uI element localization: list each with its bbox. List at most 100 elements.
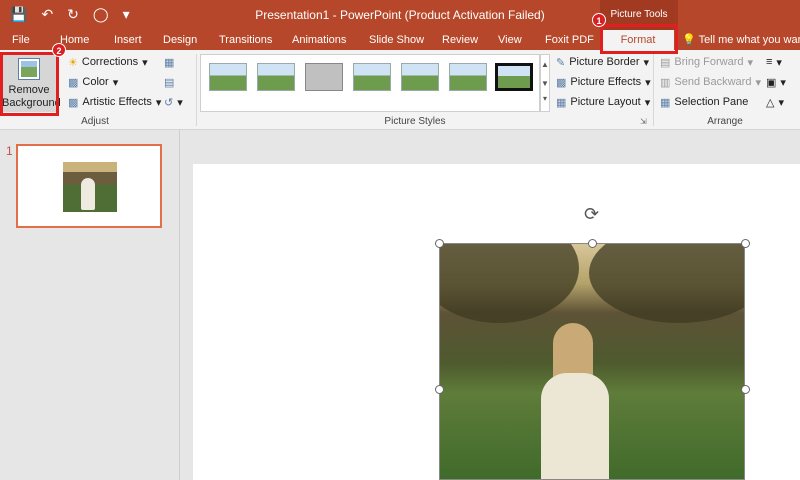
picture-border-label: Picture Border: [569, 56, 640, 68]
slide-thumbnails-pane: 1: [0, 130, 180, 480]
step-1-badge: 1: [592, 13, 606, 27]
change-picture-icon: ▤: [164, 76, 175, 89]
picture-styles-gallery: [200, 54, 540, 112]
window-title: Presentation1 - PowerPoint (Product Acti…: [255, 8, 545, 22]
tab-review[interactable]: Review: [442, 30, 478, 50]
send-backward-label: Send Backward: [674, 76, 752, 88]
dropdown-arrow-icon: ▾: [155, 96, 162, 109]
scroll-up-icon[interactable]: ▲: [541, 55, 549, 74]
color-label: Color: [82, 76, 109, 88]
picture-style-6[interactable]: [449, 63, 487, 91]
change-picture-button[interactable]: ▤: [164, 73, 174, 91]
tab-foxit-pdf[interactable]: Foxit PDF: [545, 30, 594, 50]
more-icon[interactable]: ▾: [541, 93, 549, 105]
selection-pane-button[interactable]: ▦ Selection Pane: [660, 93, 748, 111]
bring-forward-icon: ▤: [660, 56, 671, 69]
color-button[interactable]: ▩ Color ▾: [68, 73, 118, 91]
corrections-button[interactable]: ☀ Corrections ▾: [68, 53, 148, 71]
tab-file[interactable]: File: [12, 30, 30, 50]
dropdown-arrow-icon: ▾: [776, 56, 782, 69]
rotate-icon: △: [766, 96, 775, 109]
picture-layout-icon: ▦: [556, 96, 567, 109]
picture-layout-label: Picture Layout: [570, 96, 641, 108]
picture-style-4[interactable]: [353, 63, 391, 91]
arrange-group-label: Arrange: [707, 116, 743, 127]
resize-handle-top[interactable]: [588, 239, 597, 248]
send-backward-icon: ▥: [660, 76, 671, 89]
picture-layout-button[interactable]: ▦ Picture Layout ▾: [556, 93, 650, 111]
ribbon-tabs: File Home Insert Design Transitions Anim…: [0, 30, 800, 50]
dropdown-arrow-icon: ▾: [643, 56, 650, 69]
adjust-group-label: Adjust: [81, 116, 109, 127]
tab-transitions[interactable]: Transitions: [219, 30, 272, 50]
compress-pictures-button[interactable]: ▦: [164, 53, 174, 71]
slide-thumbnail-picture: [63, 162, 117, 212]
remove-background-highlight: [0, 52, 59, 116]
bring-forward-button[interactable]: ▤ Bring Forward ▾: [660, 53, 753, 71]
format-tab-highlight: [600, 24, 678, 54]
picture-style-7[interactable]: [495, 63, 533, 91]
align-button[interactable]: ≡ ▾: [766, 53, 782, 71]
selection-outline: [439, 243, 745, 480]
slide-number: 1: [6, 144, 13, 158]
dropdown-arrow-icon: ▾: [755, 76, 761, 89]
slide-thumbnail-1[interactable]: [16, 144, 162, 228]
ribbon-format: Remove Background ☀ Corrections ▾ ▩ Colo…: [0, 50, 800, 130]
tab-design[interactable]: Design: [163, 30, 197, 50]
picture-effects-icon: ▩: [556, 76, 567, 89]
format-picture-dialog-launcher[interactable]: ⇲: [640, 112, 647, 130]
reset-picture-icon: ↺: [164, 96, 174, 109]
picture-style-3[interactable]: [305, 63, 343, 91]
picture-effects-label: Picture Effects: [570, 76, 642, 88]
group-icon: ▣: [766, 76, 777, 89]
picture-border-button[interactable]: ✎ Picture Border ▾: [556, 53, 649, 71]
picture-style-2[interactable]: [257, 63, 295, 91]
artistic-effects-button[interactable]: ▩ Artistic Effects ▾: [68, 93, 161, 111]
compress-icon: ▦: [164, 56, 175, 69]
resize-handle-left[interactable]: [435, 385, 444, 394]
selection-pane-label: Selection Pane: [674, 96, 749, 108]
tab-insert[interactable]: Insert: [114, 30, 142, 50]
send-backward-button[interactable]: ▥ Send Backward ▾: [660, 73, 761, 91]
tell-me-box[interactable]: 💡 Tell me what you want: [682, 30, 800, 50]
picture-style-5[interactable]: [401, 63, 439, 91]
dropdown-arrow-icon: ▾: [142, 56, 148, 69]
align-icon: ≡: [766, 56, 773, 68]
artistic-effects-icon: ▩: [68, 96, 79, 109]
selection-pane-icon: ▦: [660, 96, 671, 109]
title-bar: 💾 ↶ ↻ ◯ ▾ Presentation1 - PowerPoint (Pr…: [0, 0, 800, 30]
dropdown-arrow-icon: ▾: [747, 56, 754, 69]
tab-slide-show[interactable]: Slide Show: [369, 30, 424, 50]
dropdown-arrow-icon: ▾: [645, 76, 651, 89]
resize-handle-top-left[interactable]: [435, 239, 444, 248]
gallery-scroll[interactable]: ▲ ▼ ▾: [540, 54, 550, 112]
scroll-down-icon[interactable]: ▼: [541, 74, 549, 93]
picture-border-icon: ✎: [556, 56, 566, 69]
tab-view[interactable]: View: [498, 30, 522, 50]
ribbon-separator: [653, 54, 654, 126]
corrections-label: Corrections: [81, 56, 139, 68]
group-button[interactable]: ▣ ▾: [766, 73, 786, 91]
resize-handle-top-right[interactable]: [741, 239, 750, 248]
dropdown-arrow-icon: ▾: [778, 96, 784, 109]
rotate-handle-icon[interactable]: ⟳: [584, 205, 599, 223]
dropdown-arrow-icon: ▾: [644, 96, 651, 109]
color-icon: ▩: [68, 76, 79, 89]
picture-effects-button[interactable]: ▩ Picture Effects ▾: [556, 73, 651, 91]
picture-style-1[interactable]: [209, 63, 247, 91]
resize-handle-right[interactable]: [741, 385, 750, 394]
artistic-effects-label: Artistic Effects: [82, 96, 152, 108]
step-2-badge: 2: [52, 43, 66, 57]
dialog-launcher-icon: ⇲: [640, 116, 647, 126]
dropdown-arrow-icon: ▾: [780, 76, 786, 89]
bring-forward-label: Bring Forward: [674, 56, 744, 68]
lightbulb-icon: 💡: [682, 34, 696, 46]
dropdown-arrow-icon: ▾: [177, 96, 183, 109]
dropdown-arrow-icon: ▾: [112, 76, 119, 89]
picture-styles-group-label: Picture Styles: [384, 116, 446, 127]
rotate-button[interactable]: △ ▾: [766, 93, 784, 111]
tab-animations[interactable]: Animations: [292, 30, 346, 50]
thumbnail-figure: [81, 178, 95, 210]
reset-picture-button[interactable]: ↺ ▾: [164, 93, 183, 111]
ribbon-separator: [196, 54, 197, 126]
